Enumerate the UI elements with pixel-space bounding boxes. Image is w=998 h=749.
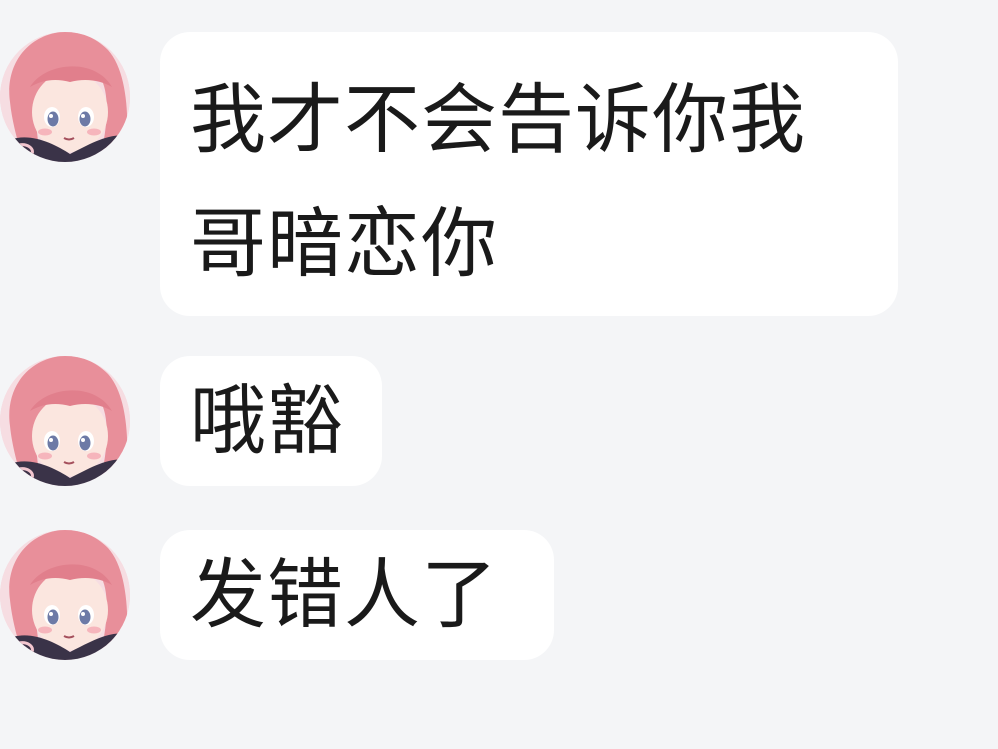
message-bubble[interactable]: 我才不会告诉你我哥暗恋你	[160, 32, 898, 316]
anime-girl-avatar-icon	[0, 32, 130, 162]
message-bubble[interactable]: 发错人了	[160, 530, 554, 660]
anime-girl-avatar-icon	[0, 356, 130, 486]
anime-girl-avatar-icon	[0, 530, 130, 660]
message-bubble[interactable]: 哦豁	[160, 356, 382, 486]
avatar[interactable]	[0, 32, 130, 162]
chat-message-list: 我才不会告诉你我哥暗恋你 哦豁 发错人了	[0, 0, 998, 749]
avatar[interactable]	[0, 356, 130, 486]
avatar[interactable]	[0, 530, 130, 660]
